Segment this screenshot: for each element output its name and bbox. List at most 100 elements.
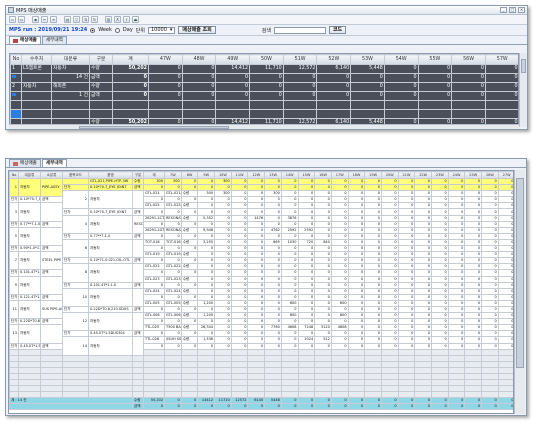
- empty-cell: [316, 109, 352, 119]
- close-button[interactable]: ×: [518, 7, 525, 13]
- column-header[interactable]: 22W: [414, 171, 432, 179]
- column-header[interactable]: 8W: [180, 171, 199, 179]
- table-row[interactable]: 1 LS엠트론 자동차 수량 50,202 0 0 14,412 11,710 12,572 6,1…: [10, 64, 518, 74]
- save-button[interactable]: ▪: [32, 16, 39, 23]
- cell-item-name: GTL-021,PIPE-HTP-3W: [164, 190, 182, 198]
- column-header[interactable]: 19W: [364, 171, 382, 179]
- search-input[interactable]: [273, 26, 326, 34]
- column-header[interactable]: 7W: [164, 171, 182, 179]
- column-header[interactable]: 23W: [431, 171, 449, 179]
- cell-category: 자동차: [88, 312, 133, 332]
- column-header[interactable]: 품명: [88, 171, 133, 179]
- sort-button[interactable]: ⇅: [82, 16, 89, 23]
- vertical-scrollbar[interactable]: [514, 170, 525, 414]
- binoculars-button[interactable]: ∞: [50, 16, 57, 23]
- column-header[interactable]: 52W: [316, 54, 352, 65]
- column-header[interactable]: 25W: [464, 171, 483, 179]
- column-header[interactable]: 11W: [230, 171, 249, 179]
- column-header[interactable]: 47W: [148, 54, 183, 65]
- vertical-scrollbar[interactable]: [519, 53, 527, 127]
- excel-button[interactable]: X: [114, 16, 121, 23]
- tab-sales-order[interactable]: 매상매출: [9, 159, 41, 167]
- scroll-thumb[interactable]: [521, 59, 526, 73]
- cell-item-code: 26291-2CT00: [143, 214, 165, 222]
- filter-button[interactable]: ▽: [73, 16, 80, 23]
- table-row[interactable]: 2 자동차 해외존 수량 0 0 0 0 0 0 0 0 0 0 0 0: [10, 82, 518, 92]
- unit-select[interactable]: 10000 ▾: [147, 26, 176, 34]
- column-header[interactable]: 49W: [215, 54, 251, 65]
- column-header[interactable]: 20W: [380, 171, 399, 179]
- cell-week-value: 0: [249, 91, 284, 101]
- exit-button[interactable]: ⏏: [132, 16, 139, 23]
- column-header[interactable]: 13W: [264, 171, 282, 179]
- table-row[interactable]: 14 건 금액 0 0 0 0 0 0 0 0 0 0 0 0: [10, 73, 518, 83]
- column-header[interactable]: 57W: [484, 54, 518, 65]
- column-header[interactable]: 56W: [451, 54, 486, 65]
- column-header[interactable]: 소분류: [40, 171, 63, 179]
- column-header[interactable]: 17W: [330, 171, 349, 179]
- column-header[interactable]: 54W: [383, 54, 419, 65]
- day-radio[interactable]: [114, 27, 120, 33]
- column-header[interactable]: 55W: [417, 54, 453, 65]
- cell-week-value: 12,572: [282, 64, 318, 74]
- column-header[interactable]: 구분: [89, 54, 113, 65]
- column-header[interactable]: 24W: [447, 171, 466, 179]
- open-button[interactable]: ▭: [18, 16, 25, 23]
- cut-button[interactable]: ✂: [41, 16, 48, 23]
- column-header[interactable]: 21W: [397, 171, 416, 179]
- column-header[interactable]: 16W: [314, 171, 332, 179]
- scroll-thumb[interactable]: [516, 178, 524, 368]
- chart-button[interactable]: ▥: [105, 16, 112, 23]
- week-radio[interactable]: [90, 27, 96, 33]
- refresh-button[interactable]: ↻: [91, 16, 98, 23]
- cell-subcategory: [132, 312, 144, 332]
- column-header[interactable]: 51W: [282, 54, 318, 65]
- column-header[interactable]: 9W: [197, 171, 216, 179]
- horizontal-scrollbar[interactable]: [9, 124, 519, 129]
- tab-sales-order[interactable]: 매상매출: [9, 36, 41, 44]
- column-header[interactable]: 대분류: [51, 54, 90, 65]
- total-value: 0: [143, 403, 165, 411]
- tab-details[interactable]: 세부내역: [41, 159, 67, 167]
- column-header[interactable]: 12W: [247, 171, 266, 179]
- cell-week-value: 0: [451, 64, 486, 74]
- table-row[interactable]: 1 건 금액 0 0 0 0 0 0 0 0 0 0 0 0: [10, 91, 518, 101]
- row-number: [10, 73, 22, 83]
- column-header[interactable]: 수주처: [21, 54, 52, 65]
- column-header[interactable]: 구분: [132, 171, 144, 179]
- cell-item-spec: 0.10*70.7_EYE JOINT: [18, 196, 41, 204]
- column-header[interactable]: 53W: [350, 54, 385, 65]
- minimize-button[interactable]: _: [500, 7, 507, 13]
- column-header[interactable]: 27W: [497, 171, 513, 179]
- column-header[interactable]: 50W: [249, 54, 284, 65]
- column-header[interactable]: No: [10, 54, 22, 65]
- row-number: 13: [9, 324, 19, 344]
- save-icon: ▪: [34, 17, 37, 22]
- cell-customer: [21, 73, 52, 83]
- column-header[interactable]: 48W: [181, 54, 217, 65]
- code-button[interactable]: 코드: [328, 26, 347, 34]
- column-header[interactable]: No: [9, 171, 19, 179]
- tab-details[interactable]: 세부내역: [41, 36, 67, 44]
- cell-category: 해외존: [51, 82, 90, 92]
- scroll-thumb[interactable]: [79, 126, 229, 129]
- export-button[interactable]: ⇪: [123, 16, 130, 23]
- search-label: 검색: [261, 27, 271, 34]
- new-icon: ▫: [11, 17, 14, 22]
- cell-week-value: 0: [181, 82, 217, 92]
- column-header[interactable]: 15W: [297, 171, 316, 179]
- chevron-down-icon: ▾: [169, 27, 173, 33]
- column-header[interactable]: 계: [112, 54, 149, 65]
- column-header[interactable]: 품목코드: [62, 171, 89, 179]
- query-button[interactable]: 매상매출 조회: [178, 26, 216, 34]
- new-button[interactable]: ▫: [9, 16, 16, 23]
- column-header[interactable]: 18W: [347, 171, 366, 179]
- column-header[interactable]: 14W: [280, 171, 299, 179]
- column-header[interactable]: 10W: [214, 171, 232, 179]
- maximize-button[interactable]: □: [509, 7, 516, 13]
- print-button[interactable]: ▤: [64, 16, 71, 23]
- column-header[interactable]: 계: [143, 171, 165, 179]
- column-header[interactable]: 26W: [481, 171, 499, 179]
- cell-category: 14 건: [51, 73, 90, 83]
- column-header[interactable]: 대분류: [18, 171, 41, 179]
